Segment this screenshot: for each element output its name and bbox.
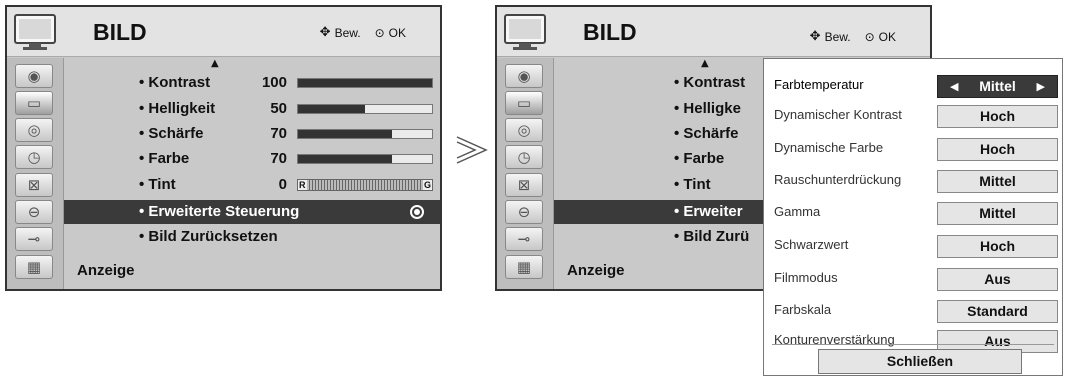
move-arrows-icon: ✥ bbox=[809, 29, 821, 44]
setting-value[interactable]: Aus bbox=[937, 268, 1058, 291]
menu-header: BILD ✥ Bew. ⊙ OK bbox=[497, 7, 930, 57]
advanced-setting-row[interactable]: Filmmodus Aus bbox=[764, 264, 1062, 294]
nav-hint: ✥ Bew. ⊙ OK bbox=[320, 25, 406, 40]
divider bbox=[772, 344, 1054, 345]
setting-value-text: Mittel bbox=[979, 78, 1016, 94]
menu-item[interactable]: • Farbe 70 bbox=[7, 147, 440, 171]
setting-label: Farbskala bbox=[774, 302, 832, 317]
menu-item[interactable]: • Bild Zurücksetzen bbox=[7, 225, 440, 249]
menu-title: BILD bbox=[93, 19, 147, 45]
menu-item-label: • Kontrast bbox=[139, 74, 211, 91]
setting-label: Schwarzwert bbox=[774, 237, 849, 252]
menu-item-value: 50 bbox=[270, 100, 287, 117]
menu-item-label: • Farbe bbox=[139, 150, 190, 167]
menu-item-label: • Helligkeit bbox=[139, 100, 216, 117]
setting-value[interactable]: Mittel bbox=[937, 202, 1058, 225]
level-bar-fill bbox=[298, 79, 432, 87]
clapper-icon[interactable]: ▦ bbox=[15, 255, 53, 279]
arrow-right-icon[interactable]: ▶ bbox=[1037, 76, 1045, 97]
setting-label: Dynamischer Kontrast bbox=[774, 107, 902, 122]
transition-arrow-icon bbox=[456, 136, 488, 164]
menu-item-value: 100 bbox=[261, 74, 287, 91]
tv-icon bbox=[504, 14, 546, 50]
setting-value[interactable]: Mittel bbox=[937, 170, 1058, 193]
bild-menu-panel: BILD ✥ Bew. ⊙ OK ◉ ▭ ◎ ◷ ⊠ ⊖ ⊸ ▦ ▲ • Kontrast 10… bbox=[5, 5, 442, 291]
level-bar[interactable] bbox=[297, 104, 433, 114]
menu-item[interactable]: • Helligkeit 50 bbox=[7, 97, 440, 121]
arrow-left-icon[interactable]: ◀ bbox=[950, 76, 958, 97]
level-bar-fill bbox=[298, 105, 365, 113]
setting-label: Rauschunterdrückung bbox=[774, 172, 902, 187]
menu-item-label: • Bild Zurücksetzen bbox=[139, 228, 278, 245]
advanced-setting-row[interactable]: Schwarzwert Hoch bbox=[764, 231, 1062, 261]
setting-value[interactable]: Standard bbox=[937, 300, 1058, 323]
menu-item-value: 70 bbox=[270, 150, 287, 167]
setting-value[interactable]: Hoch bbox=[937, 138, 1058, 161]
ok-button-icon: ⊙ bbox=[374, 25, 385, 40]
tint-red-label: R bbox=[298, 180, 307, 190]
menu-item-label: • Tint bbox=[674, 176, 711, 193]
menu-item-label: • Kontrast bbox=[674, 74, 746, 91]
advanced-setting-row[interactable]: Farbskala Standard bbox=[764, 296, 1062, 326]
menu-item-label: • Farbe bbox=[674, 150, 725, 167]
nav-move-label: Bew. bbox=[334, 25, 361, 40]
menu-item-label: • Tint bbox=[139, 176, 176, 193]
menu-title: BILD bbox=[583, 19, 637, 45]
level-bar[interactable] bbox=[297, 129, 433, 139]
advanced-setting-row[interactable]: Dynamischer Kontrast Hoch bbox=[764, 101, 1062, 131]
setting-label: Filmmodus bbox=[774, 270, 838, 285]
tint-green-label: G bbox=[422, 180, 432, 190]
setting-label: Farbtemperatur bbox=[774, 77, 864, 92]
menu-item-label: • Schärfe bbox=[674, 125, 739, 142]
padlock-icon[interactable]: ⊖ bbox=[505, 200, 543, 224]
scroll-up-arrow-icon[interactable]: ▲ bbox=[211, 58, 219, 69]
menu-item-label: • Erweiterte Steuerung bbox=[139, 203, 300, 220]
level-bar-fill bbox=[298, 130, 392, 138]
tv-icon bbox=[14, 14, 56, 50]
move-arrows-icon: ✥ bbox=[319, 25, 331, 40]
clapper-icon[interactable]: ▦ bbox=[505, 255, 543, 279]
menu-item-value: 0 bbox=[278, 176, 287, 193]
setting-label: Gamma bbox=[774, 204, 821, 219]
footer-label: Anzeige bbox=[77, 262, 135, 279]
menu-item[interactable]: • Erweiterte Steuerung bbox=[64, 200, 440, 224]
menu-item[interactable]: • Schärfe 70 bbox=[7, 122, 440, 146]
close-button[interactable]: Schließen bbox=[818, 349, 1022, 374]
setting-value[interactable]: Hoch bbox=[937, 105, 1058, 128]
advanced-setting-row[interactable]: Dynamische Farbe Hoch bbox=[764, 134, 1062, 164]
menu-item-label: • Helligke bbox=[674, 100, 741, 117]
nav-ok-label: OK bbox=[878, 29, 896, 44]
padlock-icon[interactable]: ⊖ bbox=[15, 200, 53, 224]
setting-value[interactable]: Hoch bbox=[937, 235, 1058, 258]
nav-move-label: Bew. bbox=[824, 29, 851, 44]
setting-value[interactable]: ◀ Mittel ▶ bbox=[937, 75, 1058, 98]
level-bar-fill bbox=[298, 155, 392, 163]
tint-slider[interactable]: RG bbox=[297, 179, 433, 191]
advanced-setting-row[interactable]: Rauschunterdrückung Mittel bbox=[764, 166, 1062, 196]
scroll-up-arrow-icon[interactable]: ▲ bbox=[701, 58, 709, 69]
advanced-setting-row[interactable]: Farbtemperatur ◀ Mittel ▶ bbox=[764, 71, 1062, 101]
menu-item-label: • Bild Zurü bbox=[674, 228, 750, 245]
ok-button-icon: ⊙ bbox=[864, 29, 875, 44]
footer-label: Anzeige bbox=[567, 262, 625, 279]
menu-item[interactable]: • Kontrast 100 bbox=[7, 71, 440, 95]
selected-radio-icon bbox=[410, 205, 424, 219]
nav-ok-label: OK bbox=[388, 25, 406, 40]
setting-label: Dynamische Farbe bbox=[774, 140, 884, 155]
menu-item-label: • Erweiter bbox=[674, 203, 743, 220]
menu-item-value: 70 bbox=[270, 125, 287, 142]
level-bar[interactable] bbox=[297, 78, 433, 88]
nav-hint: ✥ Bew. ⊙ OK bbox=[810, 29, 896, 44]
menu-item-label: • Schärfe bbox=[139, 125, 204, 142]
menu-item[interactable]: • Tint 0 R G bbox=[7, 173, 440, 197]
menu-header: BILD ✥ Bew. ⊙ OK bbox=[7, 7, 440, 57]
advanced-settings-popup: Farbtemperatur ◀ Mittel ▶ Dynamischer Kontra… bbox=[763, 58, 1063, 376]
advanced-setting-row[interactable]: Gamma Mittel bbox=[764, 198, 1062, 228]
level-bar[interactable] bbox=[297, 154, 433, 164]
